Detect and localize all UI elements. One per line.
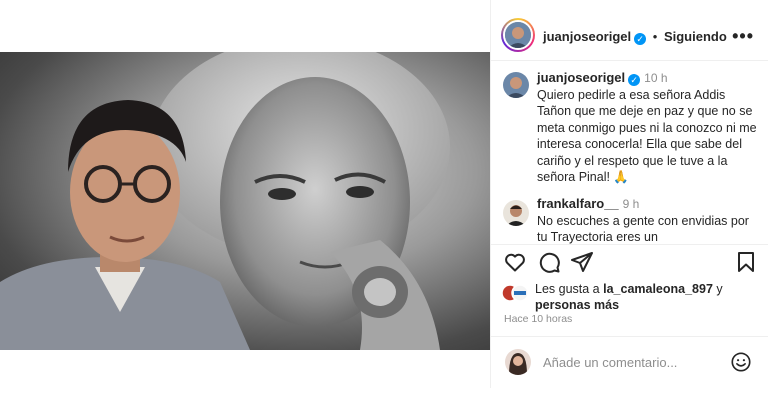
comment-text: No escuches a gente con envidias por tu … xyxy=(537,213,749,245)
post-header: juanjoseorigel ✓ • Siguiendo ••• xyxy=(491,12,768,58)
likes-middle: y xyxy=(712,282,723,296)
comment-text-block: frankalfaro__ 9 h No escuches a gente con… xyxy=(537,196,759,246)
comment-avatar[interactable] xyxy=(503,200,529,226)
post-side-panel: juanjoseorigel ✓ • Siguiendo ••• juanjose… xyxy=(491,0,768,400)
post-photo-illustration xyxy=(0,52,450,350)
avatar-photo xyxy=(503,200,529,226)
emoji-icon[interactable] xyxy=(730,351,752,373)
avatar-photo xyxy=(505,349,531,375)
liker-avatars xyxy=(501,284,529,302)
comment-input[interactable]: Añade un comentario... xyxy=(543,355,677,370)
header-divider xyxy=(491,60,768,61)
add-comment-bar[interactable]: Añade un comentario... xyxy=(491,344,768,380)
likes-prefix: Les gusta a xyxy=(535,282,604,296)
share-icon[interactable] xyxy=(570,250,594,274)
following-button[interactable]: Siguiendo xyxy=(664,29,727,44)
heart-icon[interactable] xyxy=(503,250,527,274)
header-user-line: juanjoseorigel ✓ • Siguiendo xyxy=(543,29,727,45)
verified-badge-icon: ✓ xyxy=(628,74,641,86)
verified-badge-icon: ✓ xyxy=(634,33,647,45)
caption-avatar[interactable] xyxy=(503,72,529,98)
caption-text-block: juanjoseorigel ✓ 10 h Quiero pedirle a esa… xyxy=(537,70,759,186)
comment-box-divider xyxy=(491,336,768,337)
actions-divider xyxy=(491,244,768,245)
post-timestamp: Hace 10 horas xyxy=(504,313,573,325)
post-image[interactable] xyxy=(0,52,490,350)
caption-username[interactable]: juanjoseorigel xyxy=(537,70,625,85)
viewer-avatar xyxy=(505,349,531,375)
more-horizontal-icon[interactable]: ••• xyxy=(732,26,754,47)
likes-others[interactable]: personas más xyxy=(535,298,619,312)
likes-text: Les gusta a la_camaleona_897 y personas … xyxy=(535,281,760,313)
avatar-photo xyxy=(505,22,531,48)
comment-time: 9 h xyxy=(622,197,640,211)
author-avatar[interactable] xyxy=(501,18,535,52)
author-username[interactable]: juanjoseorigel xyxy=(543,29,631,44)
comment-username[interactable]: frankalfaro__ xyxy=(537,196,619,211)
comment-icon[interactable] xyxy=(537,250,561,274)
action-bar xyxy=(491,250,768,276)
instagram-post-view: juanjoseorigel ✓ • Siguiendo ••• juanjose… xyxy=(0,0,768,400)
follow-separator: • xyxy=(652,29,658,44)
bookmark-icon[interactable] xyxy=(734,250,758,274)
caption-time: 10 h xyxy=(644,71,668,85)
likes-user[interactable]: la_camaleona_897 xyxy=(603,282,713,296)
avatar-photo xyxy=(503,72,529,98)
caption-text: Quiero pedirle a esa señora Addis Tañon … xyxy=(537,87,757,185)
